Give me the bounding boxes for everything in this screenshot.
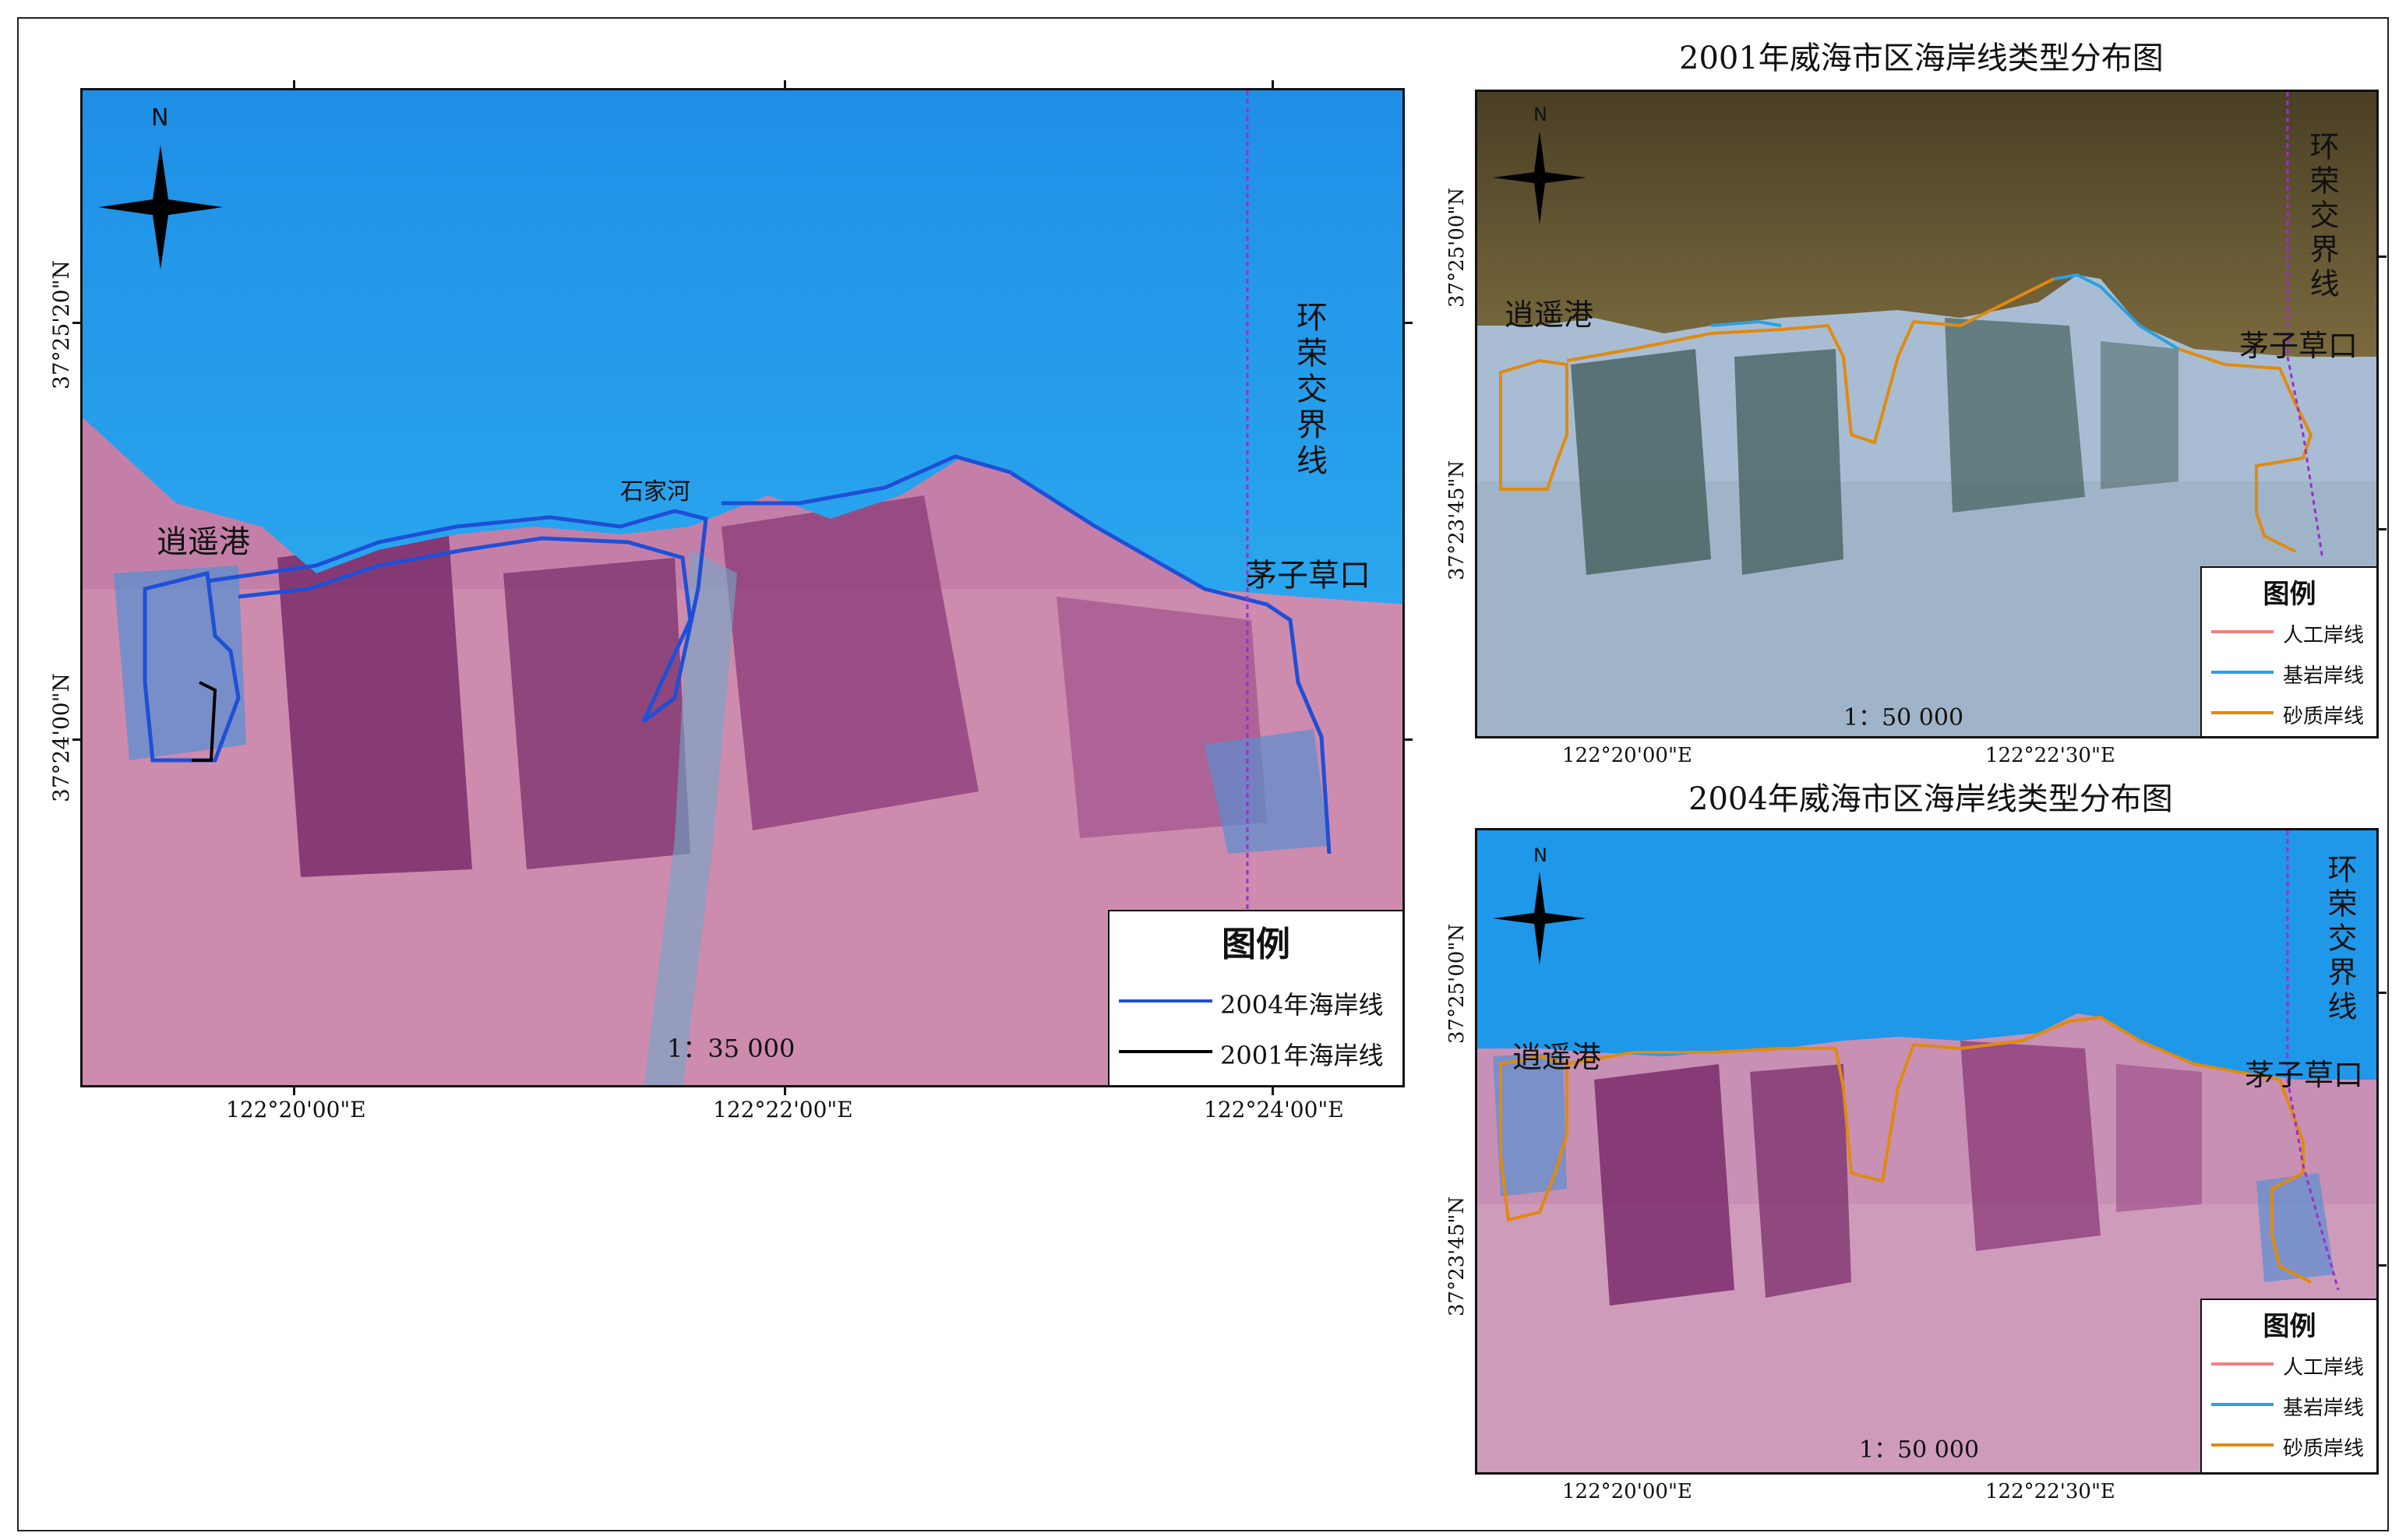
x-tick-label: 122°24'00"E xyxy=(1204,1097,1344,1122)
legend-item-label: 2001年海岸线 xyxy=(1220,1041,1384,1070)
compass-north-label: N xyxy=(151,104,169,132)
main-map[interactable]: N 逍遥港 石家河 环荣交界线 茅子草口 1：35 000 图例 2004年海岸… xyxy=(80,88,1405,1087)
legend-swatch xyxy=(2211,1403,2274,1406)
dark-vegetation-zone xyxy=(277,534,472,877)
tick-mark xyxy=(293,1087,295,1095)
mouth-label: 茅子草口 xyxy=(1246,558,1371,594)
legend-item-label: 砂质岸线 xyxy=(2283,1437,2365,1461)
legend-item-label: 基岩岸线 xyxy=(2283,1397,2365,1420)
tick-mark xyxy=(2379,528,2387,530)
compass-icon xyxy=(1493,131,1586,224)
legend-2001: 图例 人工岸线 基岩岸线 砂质岸线 xyxy=(2200,566,2376,736)
legend-swatch xyxy=(2211,1443,2274,1447)
legend-title: 图例 xyxy=(2263,1311,2316,1342)
y-tick-label: 37°23'45"N xyxy=(1445,460,1469,580)
dark-vegetation-zone xyxy=(1594,1064,1734,1306)
y-tick-label: 37°25'20"N xyxy=(48,260,74,389)
tick-mark xyxy=(293,80,295,88)
compass-icon xyxy=(98,145,223,270)
legend-title: 图例 xyxy=(2263,579,2316,610)
tick-mark xyxy=(784,80,786,88)
legend-item: 基岩岸线 xyxy=(2202,657,2376,688)
compass-icon xyxy=(1493,872,1586,965)
legend-swatch xyxy=(2211,711,2274,714)
map-2001-title: 2001年威海市区海岸线类型分布图 xyxy=(1679,41,2164,76)
x-tick-label: 122°20'00"E xyxy=(226,1097,366,1122)
tick-mark xyxy=(2379,255,2387,258)
legend-swatch xyxy=(2211,1362,2274,1366)
scale-label: 1：35 000 xyxy=(667,1034,796,1063)
border-label: 环荣交界线 xyxy=(2305,131,2339,302)
legend-swatch xyxy=(1119,999,1212,1003)
legend-title: 图例 xyxy=(1222,925,1290,964)
scale-label: 1：50 000 xyxy=(1843,704,1964,731)
legend-item: 砂质岸线 xyxy=(2202,1429,2376,1461)
x-tick-label: 122°22'00"E xyxy=(713,1097,853,1122)
legend-item: 人工岸线 xyxy=(2202,616,2376,647)
y-tick-label: 37°25'00"N xyxy=(1445,187,1469,308)
tick-mark xyxy=(1272,1087,1274,1095)
legend-item: 2001年海岸线 xyxy=(1110,1036,1402,1070)
legend-2004: 图例 人工岸线 基岩岸线 砂质岸线 xyxy=(2200,1299,2376,1472)
legend-swatch xyxy=(1119,1050,1212,1053)
port-label: 逍遥港 xyxy=(1505,298,1594,332)
mouth-label: 茅子草口 xyxy=(2245,1058,2364,1092)
river-label: 石家河 xyxy=(620,478,690,506)
tick-mark xyxy=(2379,992,2387,994)
legend-item: 基岩岸线 xyxy=(2202,1389,2376,1420)
main-legend: 图例 2004年海岸线 2001年海岸线 xyxy=(1108,910,1402,1085)
x-tick-label: 122°20'00"E xyxy=(1562,1480,1692,1503)
legend-item: 砂质岸线 xyxy=(2202,697,2376,728)
legend-item-label: 人工岸线 xyxy=(2283,1356,2365,1380)
x-tick-label: 122°22'30"E xyxy=(1985,1480,2115,1503)
legend-item-label: 人工岸线 xyxy=(2283,624,2365,647)
legend-item: 人工岸线 xyxy=(2202,1348,2376,1380)
dark-vegetation-zone xyxy=(1571,349,1711,575)
map-2001[interactable]: N 逍遥港 环荣交界线 茅子草口 1：50 000 图例 人工岸线 基岩岸线 砂… xyxy=(1475,90,2379,738)
mouth-label: 茅子草口 xyxy=(2239,329,2358,363)
legend-item-label: 2004年海岸线 xyxy=(1220,990,1384,1020)
tick-mark xyxy=(784,1087,786,1095)
port-label: 逍遥港 xyxy=(157,524,250,560)
y-tick-label: 37°25'00"N xyxy=(1445,923,1469,1044)
tick-mark xyxy=(2379,1264,2387,1267)
x-tick-label: 122°22'30"E xyxy=(1985,744,2115,767)
border-label: 环荣交界线 xyxy=(1291,301,1327,480)
scale-label: 1：50 000 xyxy=(1859,1436,1980,1464)
y-tick-label: 37°24'00"N xyxy=(48,673,74,802)
port-label: 逍遥港 xyxy=(1512,1040,1602,1074)
tick-mark xyxy=(1405,322,1413,324)
legend-item-label: 砂质岸线 xyxy=(2283,705,2365,728)
tick-mark xyxy=(1405,738,1413,741)
legend-swatch xyxy=(2211,671,2274,674)
legend-item-label: 基岩岸线 xyxy=(2283,664,2365,688)
border-label: 环荣交界线 xyxy=(2323,854,2357,1025)
legend-swatch xyxy=(2211,630,2274,633)
map-2004[interactable]: N 逍遥港 环荣交界线 茅子草口 1：50 000 图例 人工岸线 基岩岸线 砂… xyxy=(1475,828,2379,1475)
x-tick-label: 122°20'00"E xyxy=(1562,744,1692,767)
compass-north-label: N xyxy=(1533,844,1547,866)
map-2004-title: 2004年威海市区海岸线类型分布图 xyxy=(1688,781,2173,817)
legend-item: 2004年海岸线 xyxy=(1110,985,1402,1020)
tick-mark xyxy=(1272,80,1274,88)
y-tick-label: 37°23'45"N xyxy=(1445,1196,1469,1316)
compass-north-label: N xyxy=(1533,104,1547,125)
